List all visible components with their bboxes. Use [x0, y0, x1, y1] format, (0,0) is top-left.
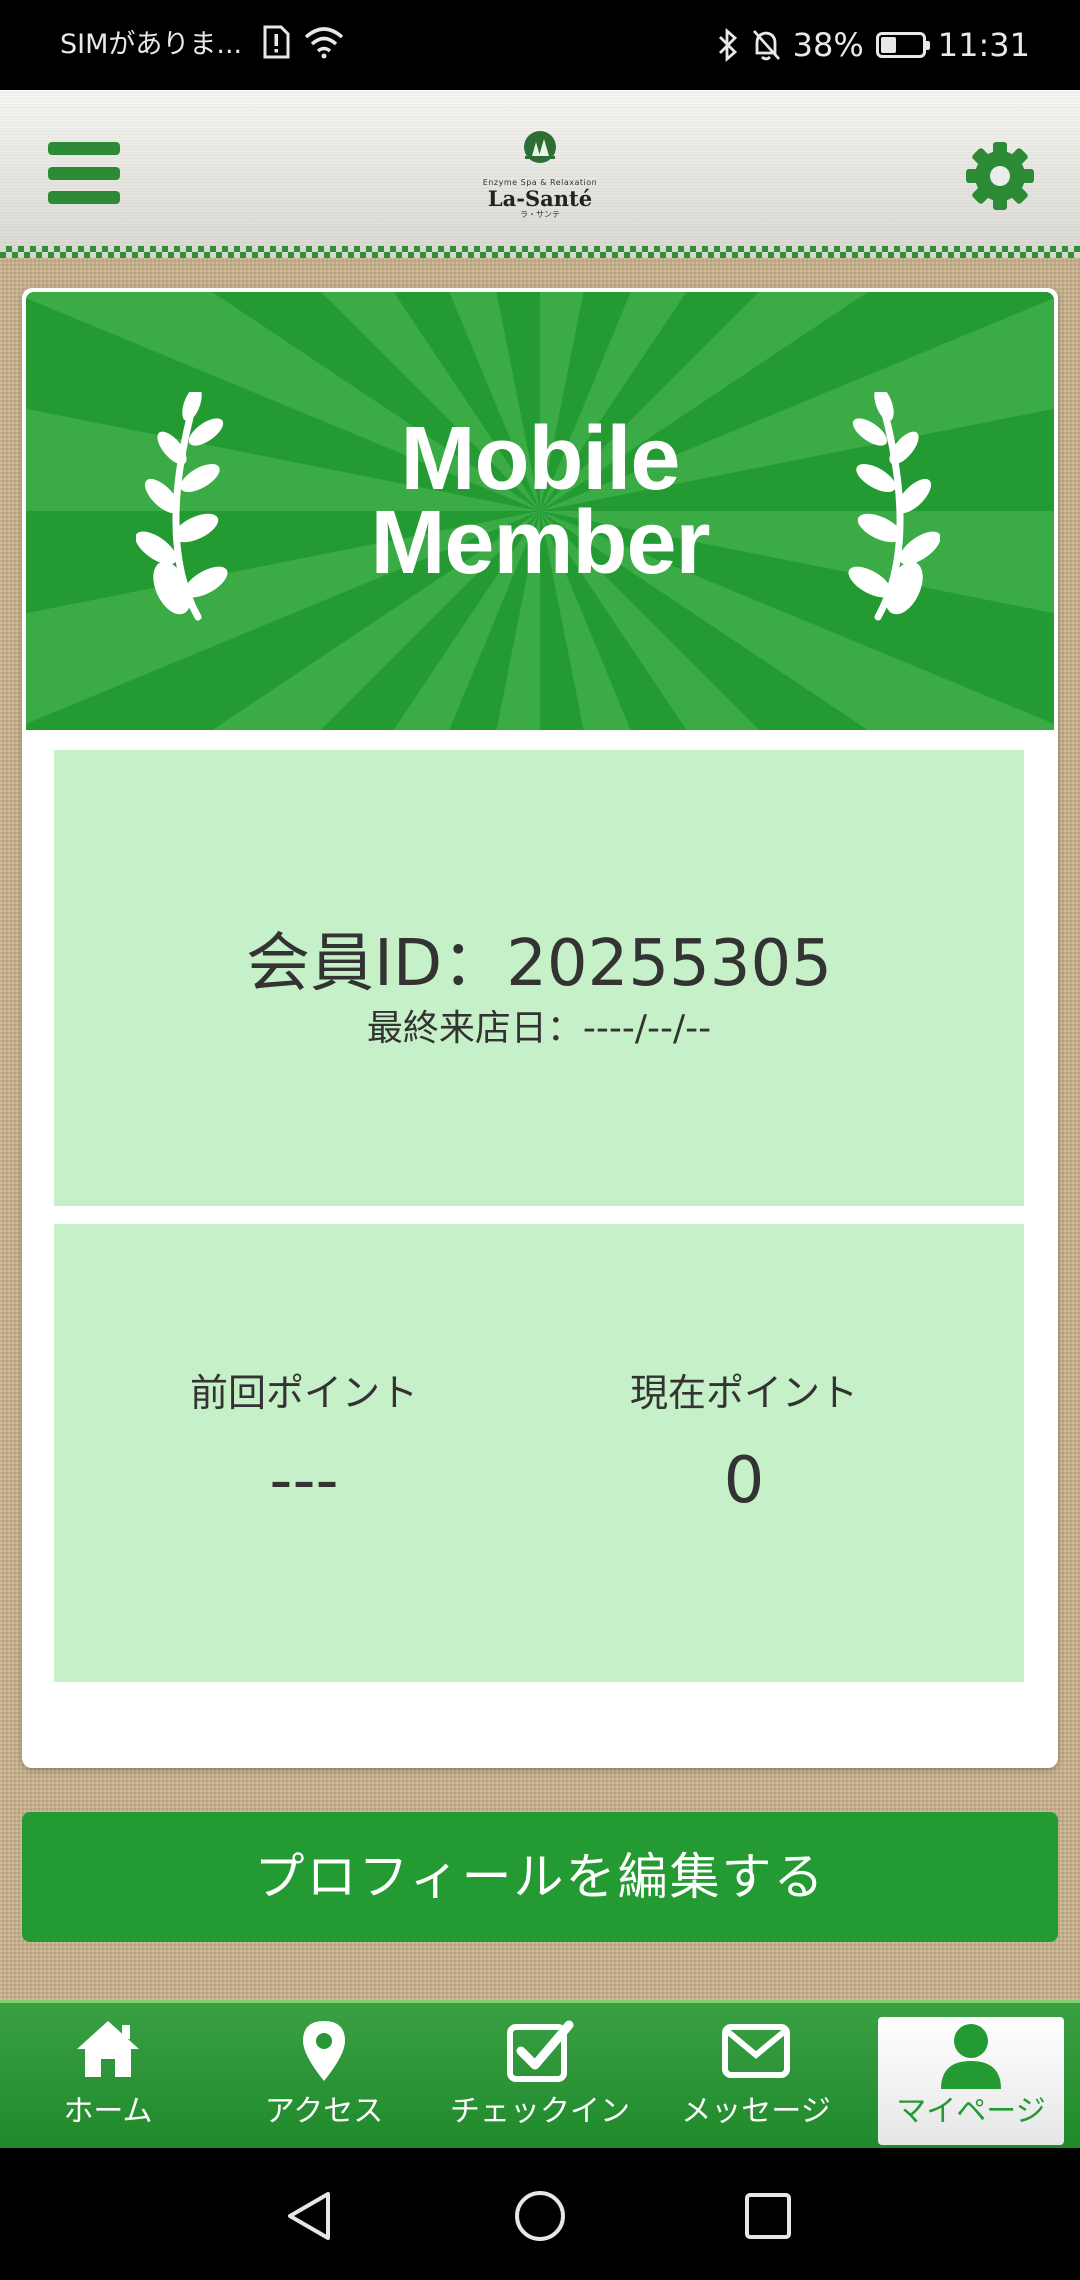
header-checker-border — [0, 246, 1080, 258]
status-left-icons — [262, 25, 344, 59]
tab-home[interactable]: ホーム — [0, 2003, 216, 2148]
bluetooth-icon — [718, 28, 737, 62]
mobile-member-banner: Mobile Member — [26, 292, 1054, 730]
home-circle-icon[interactable] — [512, 2188, 568, 2244]
tree-logo-icon — [524, 131, 556, 163]
checkbox-icon — [507, 2020, 574, 2082]
tab-messages[interactable]: メッセージ — [648, 2003, 864, 2148]
banner-title: Mobile Member — [26, 409, 1054, 593]
map-pin-icon — [303, 2021, 345, 2081]
last-visit-date: 最終来店日：----/--/-- — [366, 1008, 712, 1049]
current-points-value: 0 — [723, 1444, 765, 1518]
current-points: 現在ポイント 0 — [524, 1370, 964, 1516]
bottom-tab-bar: ホーム アクセス チェックイン メッセージ マイページ — [0, 2000, 1080, 2148]
status-right: 38% 11:31 — [717, 22, 1030, 68]
member-id: 会員ID：20255305 — [246, 927, 832, 1001]
home-icon — [77, 2021, 139, 2077]
current-points-label: 現在ポイント — [629, 1371, 858, 1415]
brand-logo: Enzyme Spa & Relaxation La-Santé ラ・サンテ — [470, 130, 610, 226]
carrier-text: SIMがありま... — [60, 29, 243, 60]
battery-percent: 38% — [792, 26, 864, 64]
tab-checkin-label: チェックイン — [450, 2094, 630, 2129]
tab-access-label: アクセス — [264, 2094, 384, 2129]
edit-profile-button[interactable]: プロフィールを編集する — [22, 1812, 1058, 1942]
previous-points-label: 前回ポイント — [189, 1371, 418, 1415]
battery-icon — [875, 32, 930, 58]
user-icon — [941, 2024, 1001, 2089]
sim-alert-icon — [263, 25, 290, 59]
tab-home-label: ホーム — [63, 2094, 153, 2129]
recents-square-icon[interactable] — [742, 2190, 794, 2242]
status-bar: SIMがありま... 38% 11:31 — [0, 0, 1080, 90]
envelope-icon — [722, 2024, 790, 2078]
system-nav-bar — [0, 2148, 1080, 2280]
app-header: Enzyme Spa & Relaxation La-Santé ラ・サンテ — [0, 90, 1080, 258]
tab-mypage-label: マイページ — [896, 2094, 1046, 2129]
banner-title-line1: Mobile — [400, 409, 681, 509]
wifi-icon — [304, 27, 344, 59]
tab-checkin[interactable]: チェックイン — [432, 2003, 648, 2148]
hamburger-menu-icon[interactable] — [48, 142, 120, 204]
previous-points-value: --- — [269, 1444, 339, 1518]
banner-title-line2: Member — [370, 493, 710, 593]
member-card: Mobile Member 会員ID：20255305 最終来店日：----/-… — [22, 288, 1058, 1768]
tab-mypage[interactable]: マイページ — [878, 2017, 1064, 2145]
tab-messages-label: メッセージ — [681, 2094, 831, 2129]
gear-icon[interactable] — [964, 140, 1036, 212]
previous-points: 前回ポイント --- — [84, 1370, 524, 1516]
battery-level-fill — [880, 37, 896, 53]
tab-access[interactable]: アクセス — [216, 2003, 432, 2148]
points-panel: 前回ポイント --- 現在ポイント 0 — [54, 1224, 1024, 1682]
logo-kana: ラ・サンテ — [520, 210, 560, 219]
back-icon[interactable] — [282, 2188, 338, 2244]
clock: 11:31 — [937, 26, 1030, 64]
mute-bell-icon — [752, 30, 780, 61]
member-info-panel: 会員ID：20255305 最終来店日：----/--/-- — [54, 750, 1024, 1206]
logo-name: La-Santé — [487, 186, 593, 211]
